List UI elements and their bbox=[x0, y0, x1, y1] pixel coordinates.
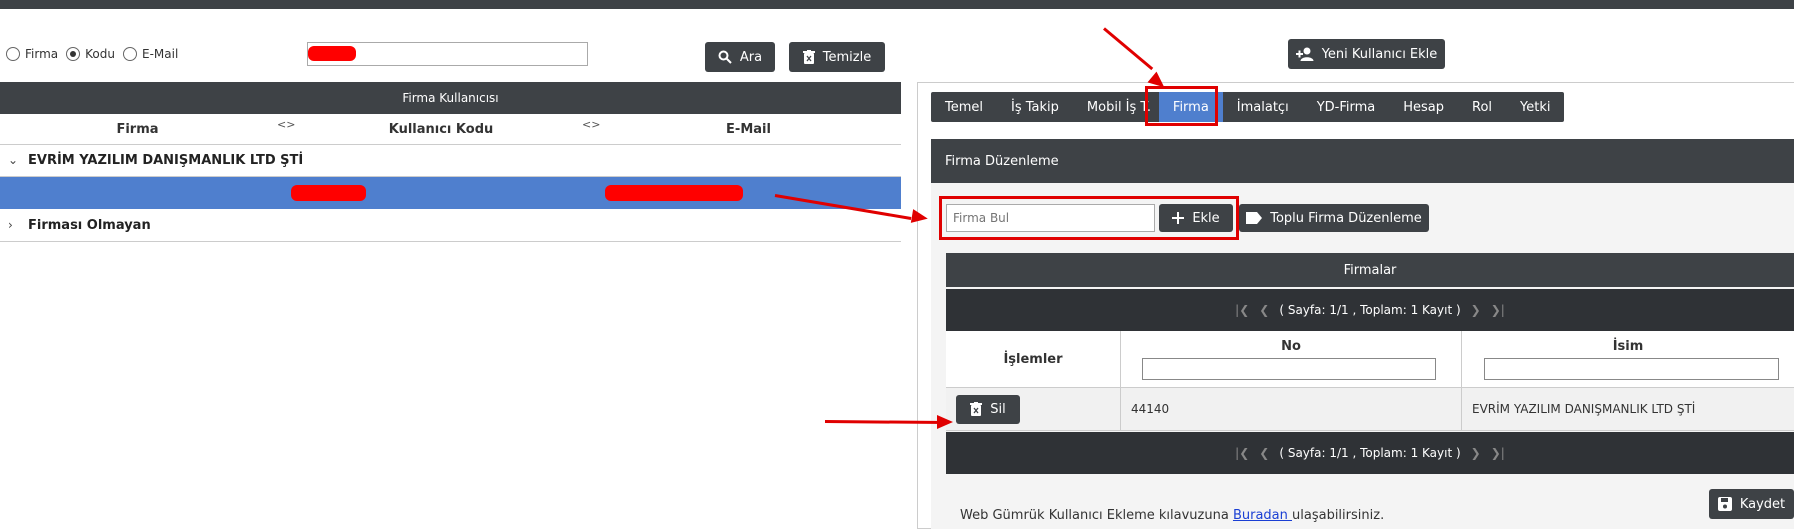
column-firma-label: Firma bbox=[116, 121, 159, 137]
bulk-edit-button[interactable]: Toplu Firma Düzenleme bbox=[1239, 204, 1429, 232]
chevron-down-icon[interactable]: ⌄ bbox=[8, 153, 22, 167]
top-bar bbox=[0, 0, 1794, 9]
tab-temel[interactable]: Temel bbox=[931, 92, 997, 122]
tab-is-takip[interactable]: İş Takip bbox=[997, 92, 1073, 122]
guide-note: Web Gümrük Kullanıcı Ekleme kılavuzuna B… bbox=[960, 508, 1384, 523]
column-no-label: No bbox=[1281, 339, 1301, 354]
annotation-box-firma-tab bbox=[1145, 86, 1218, 126]
radio-kodu-label[interactable]: Kodu bbox=[85, 47, 115, 61]
group-row-no-company[interactable]: › Firması Olmayan bbox=[0, 209, 901, 242]
tab-yetki[interactable]: Yetki bbox=[1506, 92, 1564, 122]
column-isim: İsim bbox=[1462, 331, 1794, 387]
isim-filter-input[interactable] bbox=[1484, 358, 1779, 380]
tab-rol[interactable]: Rol bbox=[1458, 92, 1506, 122]
table-row-selected[interactable] bbox=[0, 177, 901, 209]
tab-imalatci[interactable]: İmalatçı bbox=[1223, 92, 1303, 122]
save-button-label: Kaydet bbox=[1739, 496, 1786, 512]
clear-button[interactable]: Temizle bbox=[789, 42, 885, 72]
new-user-button[interactable]: Yeni Kullanıcı Ekle bbox=[1288, 39, 1445, 69]
previous-page-icon[interactable]: ❮ bbox=[1259, 303, 1269, 317]
companies-grid-header: İşlemler No İsim bbox=[946, 331, 1794, 388]
tab-bar: Temel İş Takip Mobil İş T. Firma İmalatç… bbox=[931, 92, 1565, 122]
guide-note-text: Web Gümrük Kullanıcı Ekleme kılavuzuna bbox=[960, 508, 1233, 523]
search-button-label: Ara bbox=[739, 49, 763, 65]
add-user-icon bbox=[1295, 47, 1314, 61]
column-email-label: E-Mail bbox=[726, 121, 771, 137]
search-type-radio-group: Firma Kodu E-Mail bbox=[6, 45, 186, 63]
guide-link[interactable]: Buradan bbox=[1233, 508, 1292, 523]
radio-firma-label[interactable]: Firma bbox=[25, 47, 58, 61]
search-input[interactable] bbox=[307, 42, 588, 66]
user-table-header: Firma <> Kullanıcı Kodu <> E-Mail bbox=[0, 114, 901, 145]
tab-hesap[interactable]: Hesap bbox=[1389, 92, 1458, 122]
group-label: EVRİM YAZILIM DANIŞMANLIK LTD ŞTİ bbox=[28, 152, 304, 168]
panel-title: Firma Düzenleme bbox=[931, 139, 1794, 183]
radio-email[interactable] bbox=[122, 47, 137, 61]
trash-icon bbox=[802, 50, 815, 64]
annotation-box-add-area bbox=[939, 196, 1239, 240]
group-row-evrim[interactable]: ⌄ EVRİM YAZILIM DANIŞMANLIK LTD ŞTİ bbox=[0, 144, 901, 177]
pager-top: |❮ ❮ ( Sayfa: 1/1 , Toplam: 1 Kayıt ) ❯ … bbox=[946, 289, 1794, 331]
trash-icon bbox=[970, 402, 983, 416]
annotation-arrow bbox=[824, 420, 947, 425]
user-table-title: Firma Kullanıcısı bbox=[0, 82, 901, 114]
companies-grid-title: Firmalar bbox=[946, 253, 1794, 287]
no-filter-input[interactable] bbox=[1142, 358, 1436, 380]
column-actions: İşlemler bbox=[946, 331, 1121, 387]
panel-title-text: Firma Düzenleme bbox=[945, 153, 1059, 169]
actions-cell: Sil bbox=[946, 388, 1121, 430]
save-icon bbox=[1717, 497, 1732, 511]
column-firma[interactable]: Firma bbox=[0, 114, 275, 144]
clear-button-label: Temizle bbox=[822, 49, 872, 65]
first-page-icon[interactable]: |❮ bbox=[1235, 446, 1249, 460]
column-user-code[interactable]: Kullanıcı Kodu bbox=[285, 114, 597, 144]
no-cell: 44140 bbox=[1121, 388, 1462, 430]
search-button[interactable]: Ara bbox=[705, 42, 775, 72]
annotation-arrowhead bbox=[910, 209, 929, 226]
annotation-arrow bbox=[1103, 27, 1154, 71]
column-user-code-label: Kullanıcı Kodu bbox=[388, 121, 494, 137]
radio-kodu[interactable] bbox=[66, 47, 81, 61]
radio-email-label[interactable]: E-Mail bbox=[142, 47, 178, 61]
table-row: Sil 44140 EVRİM YAZILIM DANIŞMANLIK LTD … bbox=[946, 388, 1794, 431]
first-page-icon[interactable]: |❮ bbox=[1235, 303, 1249, 317]
search-icon bbox=[718, 50, 732, 64]
isim-cell: EVRİM YAZILIM DANIŞMANLIK LTD ŞTİ bbox=[1472, 402, 1696, 416]
column-email[interactable]: E-Mail bbox=[597, 114, 900, 144]
pager-text: ( Sayfa: 1/1 , Toplam: 1 Kayıt ) bbox=[1279, 303, 1461, 317]
save-button[interactable]: Kaydet bbox=[1709, 489, 1794, 519]
guide-note-suffix: ulaşabilirsiniz. bbox=[1292, 508, 1385, 523]
radio-firma[interactable] bbox=[6, 47, 20, 61]
pager-text: ( Sayfa: 1/1 , Toplam: 1 Kayıt ) bbox=[1279, 446, 1461, 460]
annotation-arrowhead bbox=[937, 415, 953, 429]
delete-button[interactable]: Sil bbox=[956, 394, 1020, 424]
redaction-mark bbox=[291, 185, 366, 201]
last-page-icon[interactable]: ❯| bbox=[1491, 303, 1505, 317]
column-actions-label: İşlemler bbox=[1003, 352, 1063, 367]
delete-button-label: Sil bbox=[990, 401, 1006, 417]
column-no: No bbox=[1121, 331, 1462, 387]
pager-bottom: |❮ ❮ ( Sayfa: 1/1 , Toplam: 1 Kayıt ) ❯ … bbox=[946, 432, 1794, 474]
group-label: Firması Olmayan bbox=[28, 217, 151, 233]
last-page-icon[interactable]: ❯| bbox=[1491, 446, 1505, 460]
previous-page-icon[interactable]: ❮ bbox=[1259, 446, 1269, 460]
next-page-icon[interactable]: ❯ bbox=[1471, 303, 1481, 317]
new-user-button-label: Yeni Kullanıcı Ekle bbox=[1321, 46, 1438, 62]
next-page-icon[interactable]: ❯ bbox=[1471, 446, 1481, 460]
chevron-right-icon[interactable]: › bbox=[8, 218, 22, 232]
bulk-edit-button-label: Toplu Firma Düzenleme bbox=[1270, 210, 1422, 226]
column-isim-label: İsim bbox=[1612, 339, 1644, 354]
redaction-mark bbox=[308, 46, 356, 61]
redaction-mark bbox=[605, 185, 743, 201]
tab-yd-firma[interactable]: YD-Firma bbox=[1303, 92, 1390, 122]
tag-icon bbox=[1246, 212, 1263, 224]
